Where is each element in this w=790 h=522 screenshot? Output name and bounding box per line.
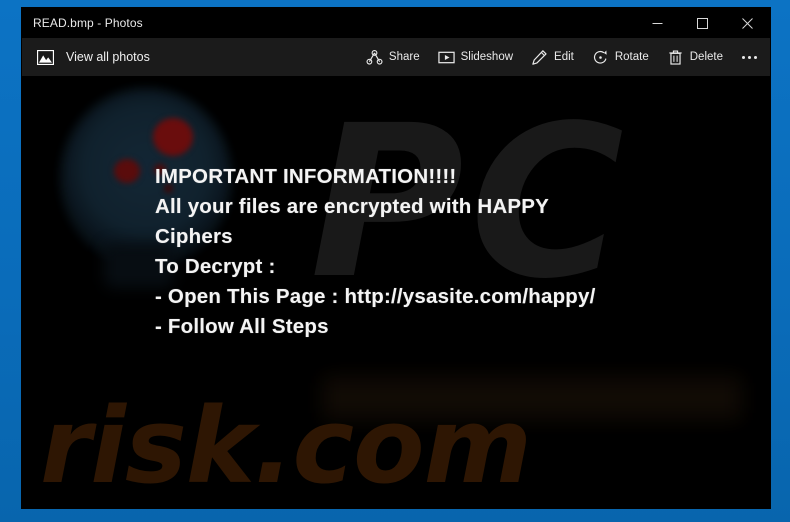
maximize-icon: [697, 17, 708, 29]
pencil-edit-icon: [532, 49, 547, 65]
background-speck: [114, 159, 140, 183]
share-button[interactable]: Share: [357, 42, 429, 72]
slideshow-icon: [437, 51, 455, 63]
view-all-photos-button[interactable]: View all photos: [28, 42, 160, 72]
close-icon: [742, 17, 753, 29]
photos-app-window: READ.bmp - Photos View all photos Share …: [22, 8, 770, 508]
minimize-button[interactable]: [635, 8, 680, 38]
photo-icon: [37, 49, 54, 65]
title-bar: READ.bmp - Photos: [22, 8, 770, 38]
window-title: READ.bmp - Photos: [33, 16, 143, 30]
view-all-photos-label: View all photos: [66, 50, 150, 64]
background-speck: [153, 118, 193, 156]
maximize-button[interactable]: [680, 8, 725, 38]
ransom-note-line: All your files are encrypted with HAPPY: [155, 195, 549, 218]
rotate-button[interactable]: Rotate: [583, 42, 658, 72]
toolbar-actions: Share Slideshow Edit Rotate Delete: [357, 42, 764, 72]
rotate-icon: [593, 50, 607, 64]
more-options-button[interactable]: [734, 42, 764, 72]
ransom-note-line: To Decrypt :: [155, 255, 276, 278]
ellipsis-more-icon: [741, 55, 757, 59]
ransom-note-line: - Open This Page : http://ysasite.com/ha…: [155, 285, 596, 308]
image-viewer-canvas[interactable]: PC risk.com IMPORTANT INFORMATION!!!! Al…: [22, 76, 770, 508]
watermark-site: risk.com: [40, 385, 532, 507]
ransom-note-line: - Follow All Steps: [155, 315, 329, 338]
minimize-icon: [652, 22, 663, 24]
slideshow-button[interactable]: Slideshow: [429, 42, 522, 72]
share-label: Share: [388, 51, 420, 63]
trash-delete-icon: [669, 50, 682, 65]
rotate-label: Rotate: [614, 51, 649, 63]
close-button[interactable]: [725, 8, 770, 38]
desktop-backdrop: READ.bmp - Photos View all photos Share …: [0, 0, 790, 522]
share-icon: [366, 49, 383, 65]
delete-label: Delete: [689, 51, 723, 63]
slideshow-label: Slideshow: [460, 51, 514, 63]
edit-label: Edit: [554, 51, 574, 63]
ransom-note-line: IMPORTANT INFORMATION!!!!: [155, 165, 457, 188]
command-bar: View all photos Share Slideshow Edit Rot…: [22, 38, 770, 76]
ransom-note-line: Ciphers: [155, 225, 233, 248]
edit-button[interactable]: Edit: [522, 42, 583, 72]
ransom-note-text: IMPORTANT INFORMATION!!!! All your files…: [155, 162, 695, 342]
window-controls: [635, 8, 770, 38]
delete-button[interactable]: Delete: [658, 42, 732, 72]
